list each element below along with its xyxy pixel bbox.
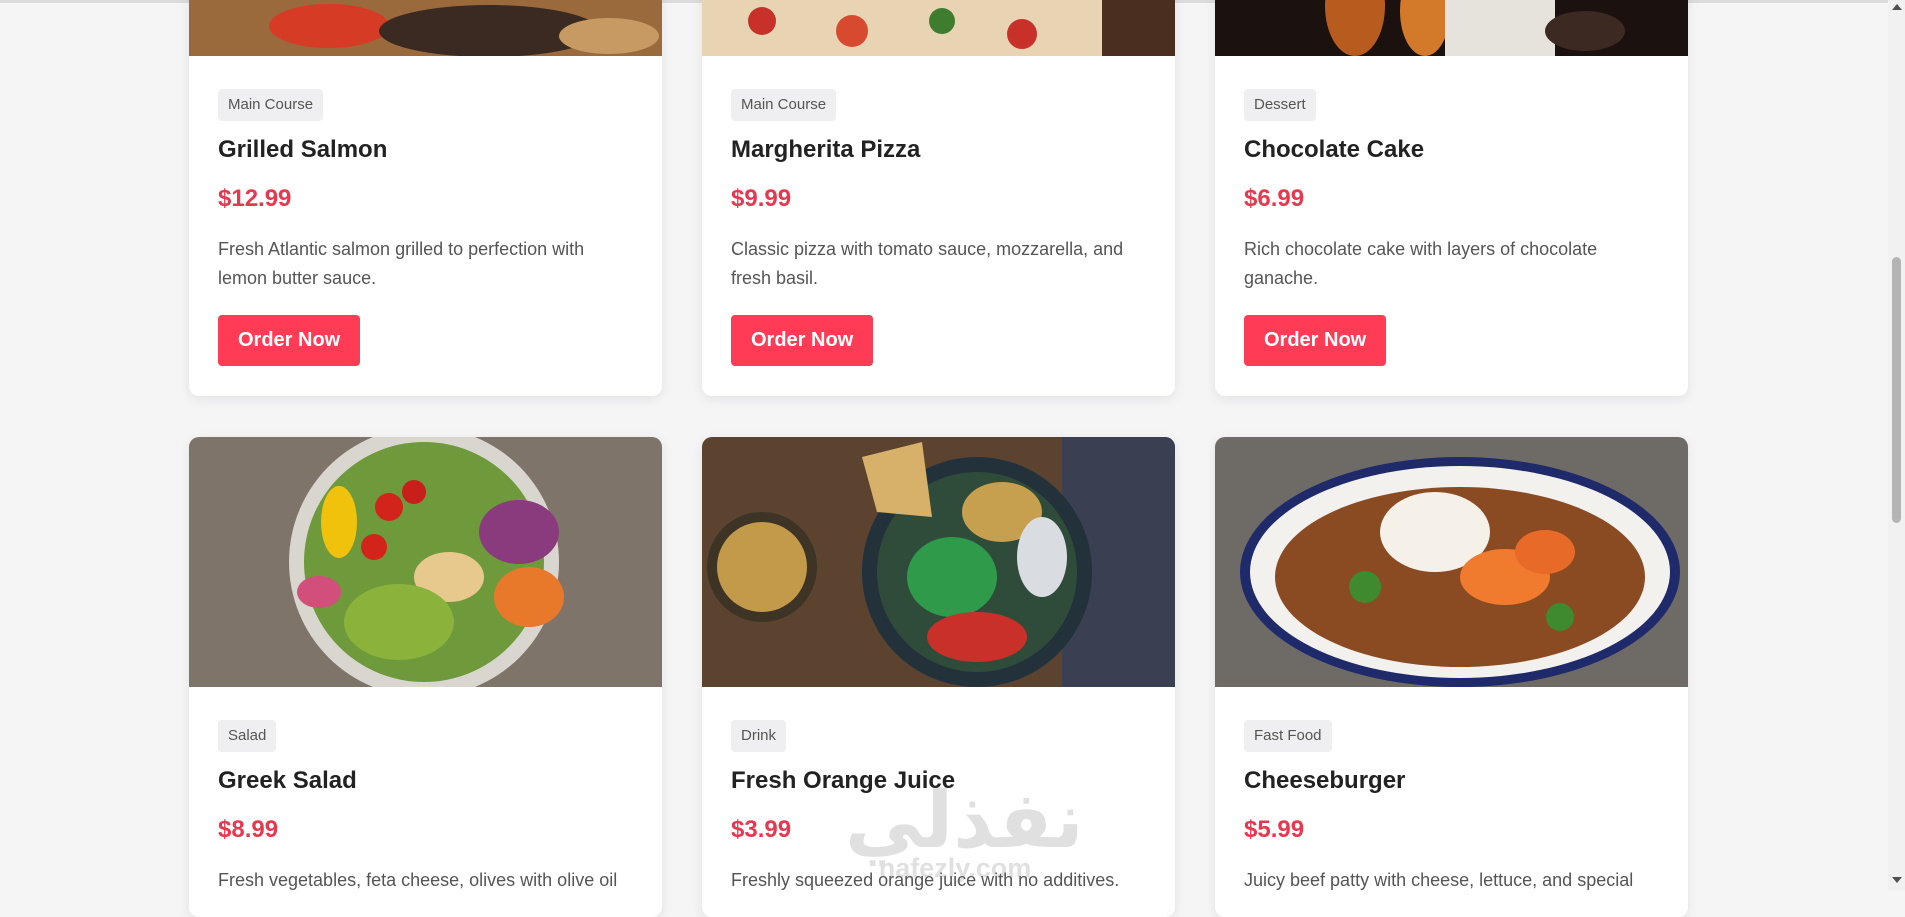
order-now-button[interactable]: Order Now — [731, 315, 874, 366]
category-badge: Main Course — [218, 89, 324, 121]
food-image-chocolate-cake — [1215, 0, 1688, 56]
menu-card: Dessert Chocolate Cake $6.99 Rich chocol… — [1215, 0, 1688, 396]
scrollbar-thumb[interactable] — [1892, 257, 1901, 523]
item-title: Chocolate Cake — [1244, 136, 1425, 163]
category-badge: Salad — [218, 720, 277, 752]
category-badge: Fast Food — [1244, 720, 1332, 752]
item-title: Grilled Salmon — [218, 136, 388, 163]
food-image-margherita-pizza — [702, 0, 1175, 56]
item-price: $9.99 — [731, 185, 792, 212]
item-title: Greek Salad — [218, 767, 357, 794]
menu-card: Fast Food Cheeseburger $5.99 Juicy beef … — [1215, 437, 1688, 917]
menu-card: Salad Greek Salad $8.99 Fresh vegetables… — [189, 437, 662, 917]
category-badge: Drink — [731, 720, 787, 752]
item-description: Rich chocolate cake with layers of choco… — [1244, 239, 1598, 288]
food-image-fresh-orange-juice — [702, 437, 1175, 687]
menu-card: Main Course Margherita Pizza $9.99 Class… — [702, 0, 1175, 396]
item-title: Cheeseburger — [1244, 767, 1406, 794]
menu-card: Drink Fresh Orange Juice $3.99 Freshly s… — [702, 437, 1175, 917]
item-price: $5.99 — [1244, 816, 1305, 843]
scroll-up-icon[interactable] — [1892, 4, 1902, 10]
item-title: Margherita Pizza — [731, 136, 921, 163]
category-badge: Main Course — [731, 89, 837, 121]
food-image-greek-salad — [189, 437, 662, 687]
food-image-cheeseburger — [1215, 437, 1688, 687]
vertical-scrollbar[interactable] — [1888, 0, 1905, 891]
item-description: Classic pizza with tomato sauce, mozzare… — [731, 239, 1124, 288]
item-description: Fresh Atlantic salmon grilled to perfect… — [218, 239, 585, 288]
order-now-button[interactable]: Order Now — [218, 315, 361, 366]
scroll-down-icon[interactable] — [1892, 877, 1902, 883]
order-now-button[interactable]: Order Now — [1244, 315, 1387, 366]
item-price: $8.99 — [218, 816, 279, 843]
menu-grid: Main Course Grilled Salmon $12.99 Fresh … — [0, 0, 1888, 917]
item-price: $3.99 — [731, 816, 792, 843]
item-price: $6.99 — [1244, 185, 1305, 212]
menu-card: Main Course Grilled Salmon $12.99 Fresh … — [189, 0, 662, 396]
item-title: Fresh Orange Juice — [731, 767, 956, 794]
category-badge: Dessert — [1244, 89, 1316, 121]
food-image-grilled-salmon — [189, 0, 662, 56]
item-price: $12.99 — [218, 185, 292, 212]
